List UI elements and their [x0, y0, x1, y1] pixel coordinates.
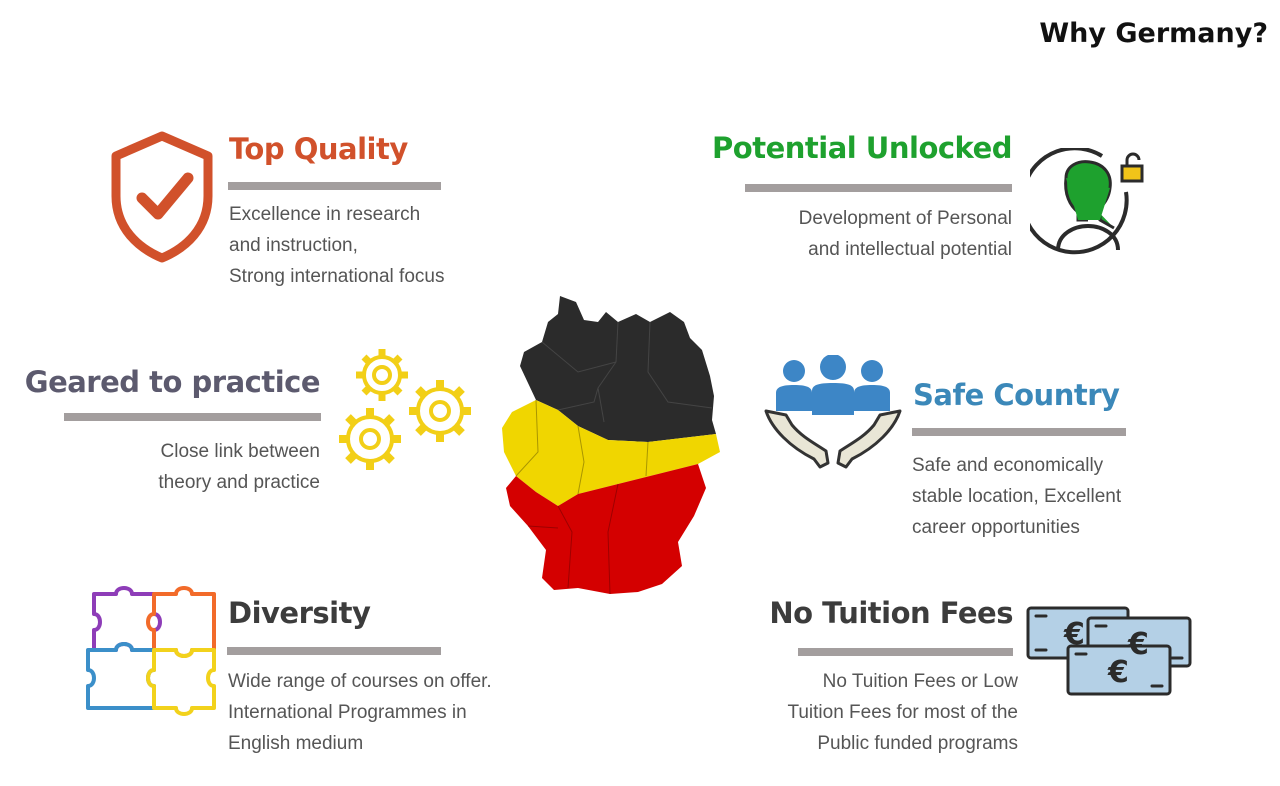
fees-divider — [798, 648, 1013, 656]
safe-line: stable location, Excellent — [912, 486, 1122, 507]
diversity-line: English medium — [228, 733, 364, 754]
fees-heading: No Tuition Fees — [769, 596, 1013, 630]
top-quality-heading: Top Quality — [229, 132, 408, 166]
geared-description: Close link between theory and practice — [158, 436, 320, 498]
fees-line: Tuition Fees for most of the — [787, 702, 1018, 723]
shield-check-icon — [108, 130, 216, 264]
top-quality-divider — [228, 182, 441, 190]
top-quality-line: Excellence in research — [229, 204, 421, 225]
person-unlock-icon — [1030, 148, 1150, 264]
diversity-line: International Programmes in — [228, 702, 467, 723]
safe-heading: Safe Country — [913, 378, 1120, 412]
svg-text:€: € — [1063, 617, 1085, 652]
geared-line: theory and practice — [158, 472, 320, 493]
svg-text:€: € — [1127, 627, 1149, 662]
fees-line: No Tuition Fees or Low — [822, 671, 1018, 692]
diversity-divider — [227, 647, 441, 655]
germany-map-icon — [498, 292, 724, 597]
geared-divider — [64, 413, 321, 421]
safe-line: Safe and economically — [912, 455, 1104, 476]
diversity-line: Wide range of courses on offer. — [228, 671, 492, 692]
geared-line: Close link between — [160, 441, 320, 462]
page-title: Why Germany? — [1039, 18, 1268, 49]
top-quality-description: Excellence in research and instruction, … — [229, 199, 444, 292]
safe-divider — [912, 428, 1126, 436]
fees-line: Public funded programs — [817, 733, 1018, 754]
potential-divider — [745, 184, 1012, 192]
top-quality-line: Strong international focus — [229, 266, 445, 287]
safe-description: Safe and economically stable location, E… — [912, 450, 1121, 543]
people-hands-icon — [762, 355, 904, 473]
fees-description: No Tuition Fees or Low Tuition Fees for … — [787, 666, 1018, 759]
safe-line: career opportunities — [912, 517, 1080, 538]
diversity-heading: Diversity — [228, 596, 371, 630]
potential-heading: Potential Unlocked — [712, 131, 1012, 165]
geared-heading: Geared to practice — [24, 365, 321, 399]
diversity-description: Wide range of courses on offer. Internat… — [228, 666, 492, 759]
top-quality-line: and instruction, — [229, 235, 358, 256]
puzzle-icon — [82, 584, 222, 724]
potential-description: Development of Personal and intellectual… — [799, 203, 1012, 265]
gears-icon — [330, 345, 480, 475]
potential-line: and intellectual potential — [808, 239, 1012, 260]
euro-banknotes-icon: € € € — [1024, 604, 1196, 700]
potential-line: Development of Personal — [798, 208, 1012, 229]
svg-text:€: € — [1107, 655, 1129, 690]
